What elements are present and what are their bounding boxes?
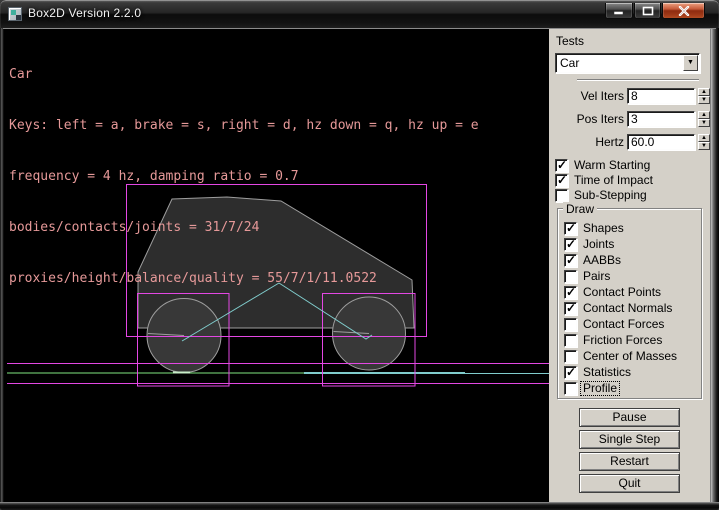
pause-button[interactable]: Pause [579,408,680,427]
checkbox-box: ✓ [564,270,577,283]
window-frame-bottom [0,502,719,510]
triangle-up-icon: ▲ [701,112,707,118]
window-title: Box2D Version 2.2.0 [28,6,141,20]
checkbox-label: Contact Normals [583,302,672,315]
tests-dropdown-value: Car [560,56,579,70]
simulation-canvas[interactable]: Car Keys: left = a, brake = s, right = d… [4,29,549,502]
checkbox-box: ✓ [564,254,577,267]
checkbox-label: Center of Masses [583,350,677,363]
single-step-button[interactable]: Single Step [579,430,680,449]
quit-button[interactable]: Quit [579,474,680,493]
check-icon: ✓ [566,237,576,251]
checkbox-box: ✓ [564,366,577,379]
maximize-button[interactable] [634,3,661,19]
maximize-icon [642,6,654,16]
window-frame-right [711,28,719,502]
checkbox-label: Sub-Stepping [574,189,647,202]
vel-iters-input[interactable] [627,88,695,104]
triangle-down-icon: ▼ [701,97,707,103]
checkbox-label: Time of Impact [574,174,653,187]
app-icon [8,7,22,21]
restart-button[interactable]: Restart [579,452,680,471]
minimize-button[interactable] [605,3,633,19]
pos-iters-label: Pos Iters [549,111,624,127]
minimize-icon [613,6,625,15]
checkbox-label: Contact Points [583,286,661,299]
close-button[interactable] [662,3,705,19]
box2d-testbed-window: Box2D Version 2.2.0 [0,0,719,510]
checkbox-box: ✓ [564,286,577,299]
spinner-down-button[interactable]: ▼ [698,96,710,104]
checkbox-box: ✓ [564,382,577,395]
check-icon: ✓ [557,173,567,187]
spinner-up-button[interactable]: ▲ [698,134,710,142]
vel-iters-label: Vel Iters [549,88,624,104]
close-icon [678,6,689,16]
checkbox-box: ✓ [564,350,577,363]
control-panel: Tests Car ▼ Vel Iters ▲ ▼ Pos Iters ▲ ▼ … [549,29,711,502]
checkbox-label: Pairs [583,270,610,283]
checkbox-label: Shapes [583,222,624,235]
stats-line: Keys: left = a, brake = s, right = d, hz… [9,117,479,134]
checkbox-box: ✓ [564,238,577,251]
stats-line: proxies/height/balance/quality = 55/7/1/… [9,270,479,287]
pos-iters-spinner: ▲ ▼ [698,111,710,127]
checkbox-box: ✓ [564,334,577,347]
checkbox-label: AABBs [583,254,621,267]
draw-group-title: Draw [563,202,597,216]
spinner-down-button[interactable]: ▼ [698,142,710,150]
client-divider [3,28,716,29]
separator [577,79,699,81]
checkbox-box: ✓ [555,189,568,202]
hertz-input[interactable] [627,134,695,150]
spinner-down-button[interactable]: ▼ [698,119,710,127]
checkbox-label: Friction Forces [583,334,662,347]
spinner-up-button[interactable]: ▲ [698,111,710,119]
triangle-down-icon: ▼ [701,143,707,149]
check-icon: ✓ [557,158,567,172]
stats-line: frequency = 4 hz, damping ratio = 0.7 [9,168,479,185]
check-icon: ✓ [566,285,576,299]
check-icon: ✓ [566,253,576,267]
triangle-up-icon: ▲ [701,89,707,95]
check-icon: ✓ [566,365,576,379]
checkbox-box: ✓ [555,174,568,187]
stats-line: bodies/contacts/joints = 31/7/24 [9,219,479,236]
tests-dropdown[interactable]: Car ▼ [555,53,700,73]
checkbox-box: ✓ [564,222,577,235]
statistics-text: Car Keys: left = a, brake = s, right = d… [9,32,479,321]
checkbox-box: ✓ [564,318,577,331]
checkbox-box: ✓ [564,302,577,315]
checkbox-box: ✓ [555,159,568,172]
checkbox-label: Profile [581,382,619,395]
hertz-spinner: ▲ ▼ [698,134,710,150]
checkbox-label: Joints [583,238,614,251]
check-icon: ✓ [566,221,576,235]
vel-iters-spinner: ▲ ▼ [698,88,710,104]
stats-line: Car [9,66,479,83]
titlebar[interactable]: Box2D Version 2.2.0 [0,0,719,28]
check-icon: ✓ [566,301,576,315]
tests-label: Tests [556,34,584,48]
window-controls [604,3,705,19]
chevron-down-icon: ▼ [687,59,694,66]
triangle-up-icon: ▲ [701,135,707,141]
checkbox-label: Contact Forces [583,318,664,331]
dropdown-arrow-button[interactable]: ▼ [683,55,698,71]
draw-group: Draw ✓ Shapes ✓ Joints ✓ AABBs ✓ Pairs ✓… [557,208,702,399]
pos-iters-input[interactable] [627,111,695,127]
triangle-down-icon: ▼ [701,120,707,126]
spinner-up-button[interactable]: ▲ [698,88,710,96]
checkbox-label: Warm Starting [574,159,650,172]
checkbox-label: Statistics [583,366,631,379]
hertz-label: Hertz [549,134,624,150]
